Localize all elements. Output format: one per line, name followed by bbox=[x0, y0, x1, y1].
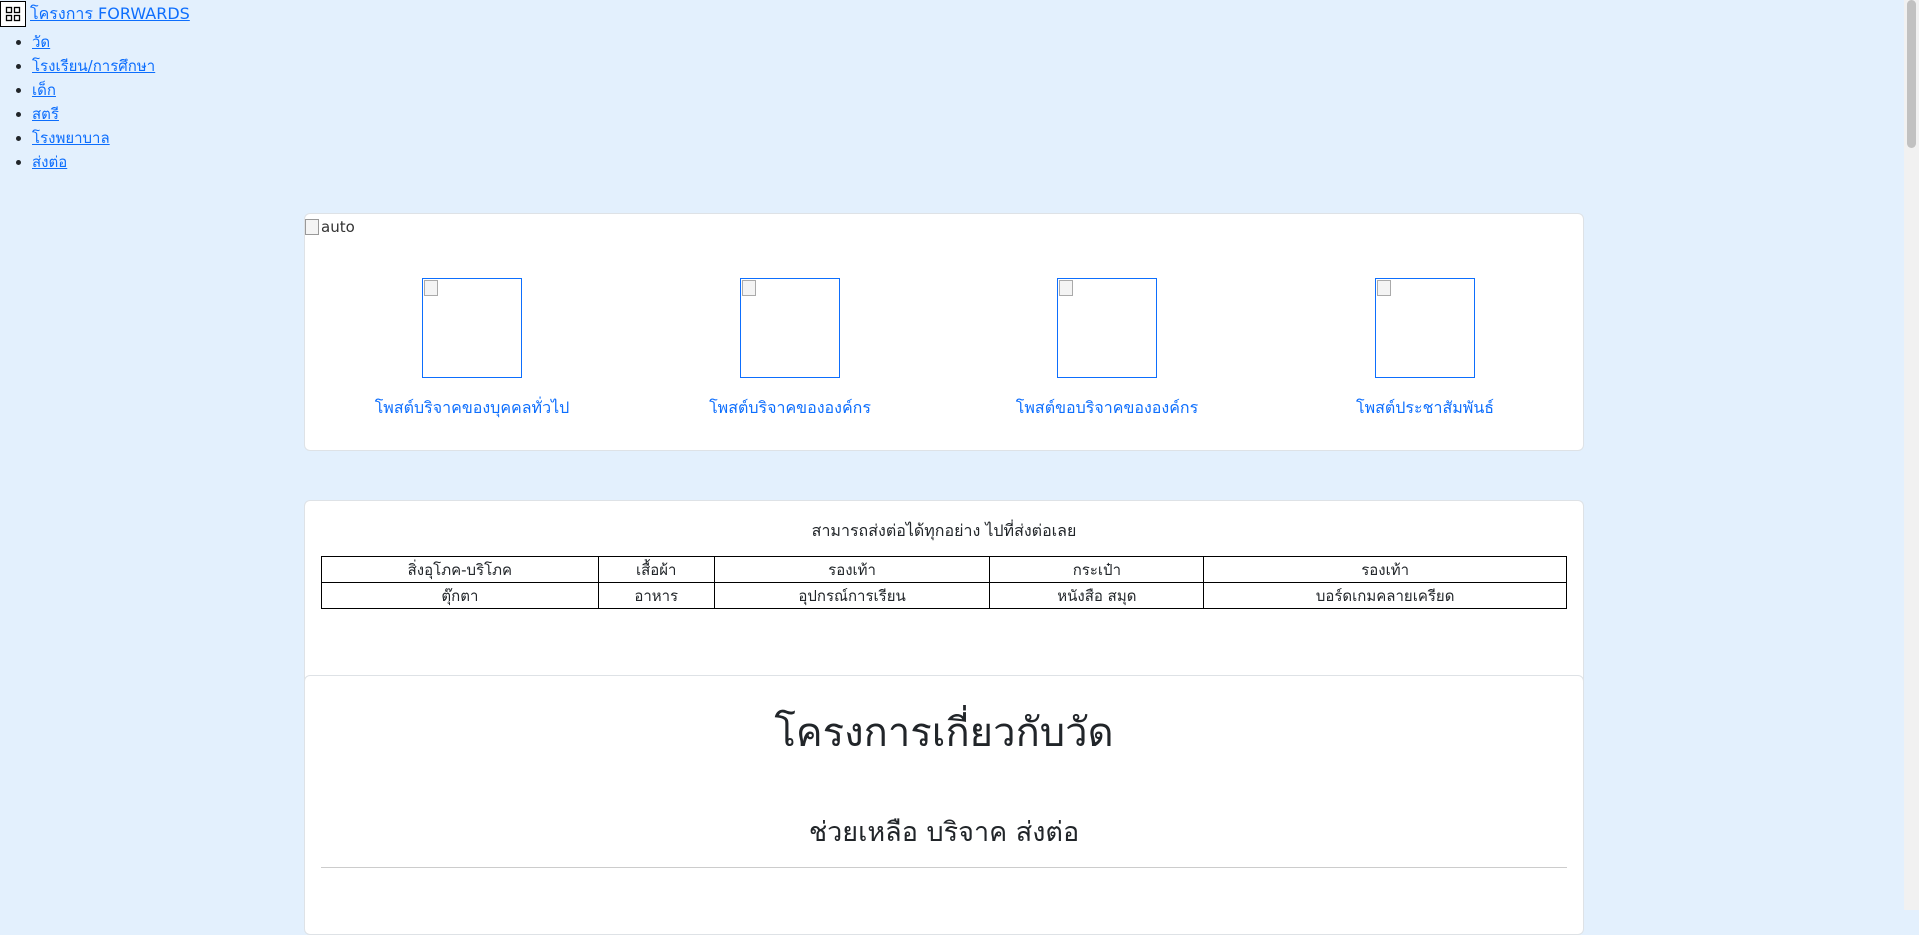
table-cell: บอร์ดเกมคลายเครียด bbox=[1203, 582, 1567, 609]
nav-link-forward[interactable]: ส่งต่อ bbox=[32, 153, 67, 171]
tile-org-donation[interactable]: โพสต์บริจาคขององค์กร bbox=[640, 278, 940, 421]
nav-link-hospital[interactable]: โรงพยาบาล bbox=[32, 129, 110, 147]
table-cell: เสื้อผ้า bbox=[597, 556, 715, 583]
nav-link-women[interactable]: สตรี bbox=[32, 105, 59, 123]
page-scrollbar[interactable] bbox=[1904, 0, 1919, 910]
broken-image-icon bbox=[742, 280, 756, 296]
tile-label[interactable]: โพสต์บริจาคขององค์กร bbox=[640, 396, 940, 421]
broken-image-icon bbox=[305, 219, 319, 235]
nav-link-temple[interactable]: วัด bbox=[32, 33, 50, 51]
nav-item-school: โรงเรียน/การศึกษา bbox=[32, 54, 155, 78]
table-cell: รองเท้า bbox=[713, 556, 991, 583]
tile-org-request[interactable]: โพสต์ขอบริจาคขององค์กร bbox=[957, 278, 1257, 421]
broken-hero-image: auto bbox=[305, 218, 355, 236]
nav-item-forward: ส่งต่อ bbox=[32, 150, 155, 174]
nav-item-hospital: โรงพยาบาล bbox=[32, 126, 155, 150]
broken-image-icon bbox=[1059, 280, 1073, 296]
table-cell: กระเป๋า bbox=[989, 556, 1205, 583]
broken-image-icon bbox=[1377, 280, 1391, 296]
table-cell: อาหาร bbox=[597, 582, 715, 609]
table-cell: หนังสือ สมุด bbox=[989, 582, 1205, 609]
top-bar: โครงการ FORWARDS bbox=[0, 0, 190, 28]
tile-image[interactable] bbox=[1375, 278, 1475, 378]
divider bbox=[321, 867, 1567, 868]
scrollbar-thumb[interactable] bbox=[1907, 0, 1916, 148]
menu-toggle-button[interactable] bbox=[0, 1, 26, 27]
brand-link[interactable]: โครงการ FORWARDS bbox=[30, 2, 190, 27]
main-nav: วัด โรงเรียน/การศึกษา เด็ก สตรี โรงพยาบา… bbox=[0, 30, 155, 174]
tile-personal-donation[interactable]: โพสต์บริจาคของบุคคลทั่วไป bbox=[322, 278, 622, 421]
nav-item-children: เด็ก bbox=[32, 78, 155, 102]
table-cell: อุปกรณ์การเรียน bbox=[713, 582, 991, 609]
forward-items-card: สามารถส่งต่อได้ทุกอย่าง ไปที่ส่งต่อเลย ส… bbox=[304, 500, 1584, 680]
nav-link-school[interactable]: โรงเรียน/การศึกษา bbox=[32, 57, 155, 75]
nav-item-temple: วัด bbox=[32, 30, 155, 54]
temple-section-card: โครงการเกี่ยวกับวัด ช่วยเหลือ บริจาค ส่ง… bbox=[304, 675, 1584, 935]
tile-label[interactable]: โพสต์ขอบริจาคขององค์กร bbox=[957, 396, 1257, 421]
table-cell: ตุ๊กตา bbox=[321, 582, 599, 609]
section-subheading: ช่วยเหลือ บริจาค ส่งต่อ bbox=[808, 817, 1080, 848]
grid-icon bbox=[5, 6, 21, 22]
tile-label[interactable]: โพสต์บริจาคของบุคคลทั่วไป bbox=[322, 396, 622, 421]
forward-items-table: สิ่งอุโภค-บริโภค เสื้อผ้า รองเท้า กระเป๋… bbox=[321, 556, 1567, 609]
tile-label[interactable]: โพสต์ประชาสัมพันธ์ bbox=[1275, 396, 1575, 421]
nav-link-children[interactable]: เด็ก bbox=[32, 81, 56, 99]
nav-item-women: สตรี bbox=[32, 102, 155, 126]
hero-image-alt: auto bbox=[321, 218, 355, 236]
post-categories-card: auto โพสต์บริจาคของบุคคลทั่วไป โพสต์บริจ… bbox=[304, 213, 1584, 451]
section-heading: โครงการเกี่ยวกับวัด bbox=[774, 710, 1114, 756]
tile-image[interactable] bbox=[1057, 278, 1157, 378]
table-cell: สิ่งอุโภค-บริโภค bbox=[321, 556, 599, 583]
tile-image[interactable] bbox=[422, 278, 522, 378]
tile-image[interactable] bbox=[740, 278, 840, 378]
table-row: ตุ๊กตา อาหาร อุปกรณ์การเรียน หนังสือ สมุ… bbox=[321, 582, 1567, 609]
forward-title: สามารถส่งต่อได้ทุกอย่าง ไปที่ส่งต่อเลย bbox=[811, 521, 1077, 540]
tile-pr-post[interactable]: โพสต์ประชาสัมพันธ์ bbox=[1275, 278, 1575, 421]
broken-image-icon bbox=[424, 280, 438, 296]
table-cell: รองเท้า bbox=[1203, 556, 1567, 583]
table-row: สิ่งอุโภค-บริโภค เสื้อผ้า รองเท้า กระเป๋… bbox=[321, 556, 1567, 583]
